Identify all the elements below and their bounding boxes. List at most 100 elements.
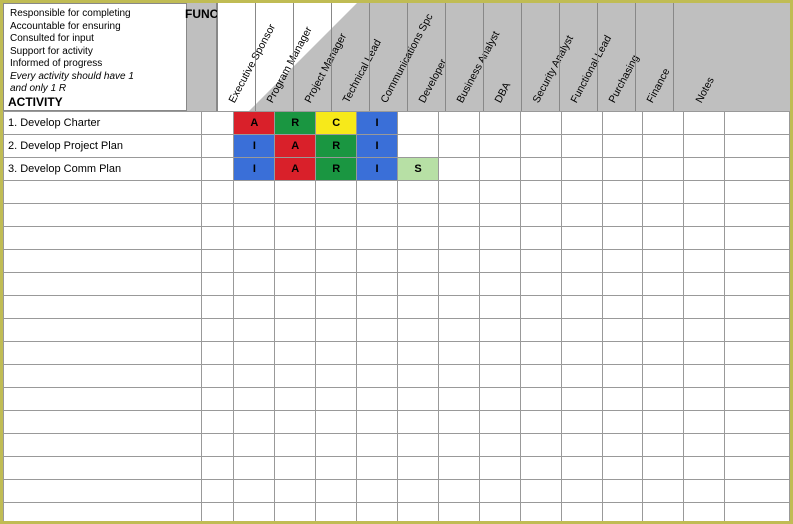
gap-cell[interactable]	[202, 204, 234, 227]
raci-cell[interactable]: I	[234, 135, 275, 158]
raci-cell[interactable]	[561, 388, 602, 411]
raci-cell[interactable]	[602, 135, 643, 158]
raci-cell[interactable]	[275, 296, 316, 319]
raci-cell[interactable]	[725, 503, 790, 524]
raci-cell[interactable]	[602, 319, 643, 342]
raci-cell[interactable]	[479, 503, 520, 524]
raci-cell[interactable]	[725, 434, 790, 457]
raci-cell[interactable]	[520, 365, 561, 388]
raci-cell[interactable]	[520, 388, 561, 411]
raci-cell[interactable]	[643, 319, 684, 342]
raci-cell[interactable]	[643, 273, 684, 296]
raci-cell[interactable]	[684, 342, 725, 365]
raci-cell[interactable]	[275, 319, 316, 342]
raci-cell[interactable]	[602, 227, 643, 250]
raci-cell[interactable]	[684, 434, 725, 457]
activity-cell[interactable]: 2. Develop Project Plan	[4, 135, 202, 158]
gap-cell[interactable]	[202, 365, 234, 388]
gap-cell[interactable]	[202, 434, 234, 457]
raci-cell[interactable]	[725, 457, 790, 480]
raci-cell[interactable]	[561, 250, 602, 273]
raci-cell[interactable]	[561, 434, 602, 457]
raci-cell[interactable]	[520, 181, 561, 204]
raci-cell[interactable]	[725, 112, 790, 135]
raci-cell[interactable]	[602, 388, 643, 411]
raci-cell[interactable]	[561, 411, 602, 434]
raci-cell[interactable]	[602, 342, 643, 365]
raci-cell[interactable]: R	[316, 158, 357, 181]
raci-cell[interactable]	[520, 411, 561, 434]
raci-cell[interactable]	[357, 250, 398, 273]
gap-cell[interactable]	[202, 227, 234, 250]
raci-cell[interactable]	[357, 503, 398, 524]
raci-cell[interactable]	[316, 365, 357, 388]
raci-cell[interactable]	[643, 503, 684, 524]
activity-cell[interactable]	[4, 480, 202, 503]
raci-cell[interactable]: I	[357, 112, 398, 135]
raci-cell[interactable]	[684, 112, 725, 135]
raci-cell[interactable]	[234, 296, 275, 319]
raci-cell[interactable]	[398, 434, 439, 457]
activity-cell[interactable]: 3. Develop Comm Plan	[4, 158, 202, 181]
gap-cell[interactable]	[202, 158, 234, 181]
raci-cell[interactable]	[398, 388, 439, 411]
activity-cell[interactable]	[4, 319, 202, 342]
raci-cell[interactable]	[684, 319, 725, 342]
raci-cell[interactable]	[684, 503, 725, 524]
raci-cell[interactable]	[398, 319, 439, 342]
activity-cell[interactable]	[4, 181, 202, 204]
raci-cell[interactable]	[725, 388, 790, 411]
raci-cell[interactable]	[438, 342, 479, 365]
raci-cell[interactable]	[561, 135, 602, 158]
raci-cell[interactable]	[316, 480, 357, 503]
raci-cell[interactable]	[479, 342, 520, 365]
raci-cell[interactable]	[561, 296, 602, 319]
raci-cell[interactable]	[275, 480, 316, 503]
raci-cell[interactable]	[520, 112, 561, 135]
raci-cell[interactable]	[275, 227, 316, 250]
raci-cell[interactable]	[234, 342, 275, 365]
raci-cell[interactable]	[316, 227, 357, 250]
raci-cell[interactable]	[316, 319, 357, 342]
raci-cell[interactable]	[316, 411, 357, 434]
raci-cell[interactable]	[725, 365, 790, 388]
raci-cell[interactable]	[275, 342, 316, 365]
raci-cell[interactable]	[602, 204, 643, 227]
raci-cell[interactable]	[316, 273, 357, 296]
activity-cell[interactable]	[4, 227, 202, 250]
raci-cell[interactable]	[275, 273, 316, 296]
raci-cell[interactable]	[520, 457, 561, 480]
activity-cell[interactable]	[4, 250, 202, 273]
raci-cell[interactable]	[398, 273, 439, 296]
raci-cell[interactable]	[275, 457, 316, 480]
raci-cell[interactable]	[357, 227, 398, 250]
raci-cell[interactable]	[275, 250, 316, 273]
gap-cell[interactable]	[202, 411, 234, 434]
raci-cell[interactable]	[357, 480, 398, 503]
raci-cell[interactable]	[602, 457, 643, 480]
raci-cell[interactable]	[684, 227, 725, 250]
raci-cell[interactable]	[398, 181, 439, 204]
activity-cell[interactable]	[4, 273, 202, 296]
raci-cell[interactable]	[684, 480, 725, 503]
raci-cell[interactable]	[643, 227, 684, 250]
activity-cell[interactable]	[4, 296, 202, 319]
raci-cell[interactable]	[602, 411, 643, 434]
raci-cell[interactable]	[316, 250, 357, 273]
raci-cell[interactable]	[725, 204, 790, 227]
raci-cell[interactable]	[398, 365, 439, 388]
raci-cell[interactable]	[234, 250, 275, 273]
raci-cell[interactable]	[438, 457, 479, 480]
raci-cell[interactable]	[479, 273, 520, 296]
gap-cell[interactable]	[202, 503, 234, 524]
gap-cell[interactable]	[202, 135, 234, 158]
raci-cell[interactable]	[479, 204, 520, 227]
raci-cell[interactable]	[561, 342, 602, 365]
activity-cell[interactable]: 1. Develop Charter	[4, 112, 202, 135]
raci-cell[interactable]	[438, 365, 479, 388]
raci-cell[interactable]	[438, 296, 479, 319]
raci-cell[interactable]: I	[234, 158, 275, 181]
raci-cell[interactable]	[602, 434, 643, 457]
raci-cell[interactable]: R	[316, 135, 357, 158]
raci-cell[interactable]	[725, 296, 790, 319]
